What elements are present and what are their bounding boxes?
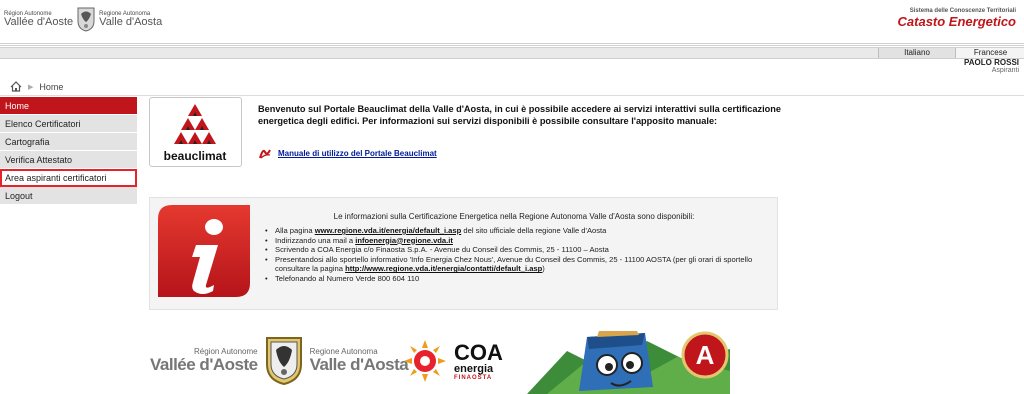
list-item: Scrivendo a COA Energia c/o Finaosta S.p… [265, 245, 770, 255]
mascot-badge-letter: A [696, 340, 715, 370]
pdf-icon[interactable] [258, 146, 272, 160]
footer-region-shield-icon [265, 337, 302, 386]
lang-francese[interactable]: Francese [955, 48, 1024, 58]
lang-italiano[interactable]: Italiano [878, 48, 955, 58]
list-item: Alla pagina www.regione.vda.it/energia/d… [265, 226, 770, 236]
mascot-illustration[interactable]: A [527, 331, 730, 394]
user-name: PAOLO ROSSI [964, 58, 1019, 67]
region-logo[interactable]: Région Autonome Vallée d'Aoste Regione A… [4, 6, 162, 32]
breadcrumb: ▶ Home [10, 81, 63, 92]
vda-energia-link[interactable]: www.regione.vda.it/energia/default_i.asp [315, 226, 462, 235]
breadcrumb-divider [0, 95, 1024, 96]
sidebar: Home Elenco Certificatori Cartografia Ve… [0, 97, 137, 205]
welcome-text: Benvenuto sul Portale Beauclimat della V… [258, 104, 782, 126]
catasto-logo[interactable]: Sistema delle Conoscenze Territoriali Ca… [897, 8, 1020, 32]
catasto-title: Catasto Energetico [897, 14, 1016, 29]
region-shield-icon [77, 7, 95, 32]
breadcrumb-separator-icon: ▶ [28, 83, 34, 91]
beauclimat-logo-text: beauclimat [164, 149, 227, 163]
footer-region-logo[interactable]: Région Autonome Vallée d'Aoste Regione A… [150, 334, 409, 386]
sidebar-item-logout[interactable]: Logout [0, 187, 137, 205]
contatti-link[interactable]: http://www.regione.vda.it/energia/contat… [345, 264, 542, 273]
sidebar-item-verifica-attestato[interactable]: Verifica Attestato [0, 151, 137, 169]
coa-energia-text: energia [454, 362, 494, 375]
home-icon[interactable] [10, 81, 22, 92]
header: Région Autonome Vallée d'Aoste Regione A… [0, 0, 1024, 42]
user-role: Aspiranti [991, 67, 1019, 74]
breadcrumb-current: Home [39, 81, 64, 92]
info-list: Alla pagina www.regione.vda.it/energia/d… [265, 226, 770, 284]
manual-link[interactable]: Manuale di utilizzo del Portale Beauclim… [278, 149, 437, 158]
sidebar-item-elenco-certificatori[interactable]: Elenco Certificatori [0, 115, 137, 133]
user-info: PAOLO ROSSI Aspiranti [964, 58, 1019, 75]
manual-link-row: Manuale di utilizzo del Portale Beauclim… [258, 146, 437, 160]
region-logo-big-it: Valle d'Aosta [99, 15, 163, 28]
coa-sun-icon [404, 340, 446, 382]
email-link[interactable]: infoenergia@regione.vda.it [355, 236, 453, 245]
language-bar [0, 48, 1024, 59]
footer-region-big-fr: Vallée d'Aoste [150, 354, 258, 374]
list-item: Presentandosi allo sportello informativo… [265, 255, 770, 274]
beauclimat-triangles-icon: beauclimat [164, 104, 227, 163]
sidebar-item-area-aspiranti[interactable]: Area aspiranti certificatori [0, 169, 137, 187]
coa-energia-logo[interactable]: COA energia FINAOSTA [402, 338, 503, 384]
info-title: Le informazioni sulla Certificazione Ene… [333, 212, 695, 221]
sidebar-item-cartografia[interactable]: Cartografia [0, 133, 137, 151]
list-item: Telefonando al Numero Verde 800 604 110 [265, 274, 770, 284]
beauclimat-logo: beauclimat [149, 97, 242, 167]
sidebar-item-home[interactable]: Home [0, 97, 137, 115]
info-icon [158, 205, 250, 297]
coa-finaosta-text: FINAOSTA [454, 374, 493, 381]
info-box: Le informazioni sulla Certificazione Ene… [149, 197, 778, 310]
list-item: Indirizzando una mail a infoenergia@regi… [265, 236, 770, 246]
footer-region-big-it: Valle d'Aosta [309, 354, 409, 374]
region-logo-big-fr: Vallée d'Aoste [4, 15, 74, 28]
coa-text: COA [454, 339, 503, 365]
